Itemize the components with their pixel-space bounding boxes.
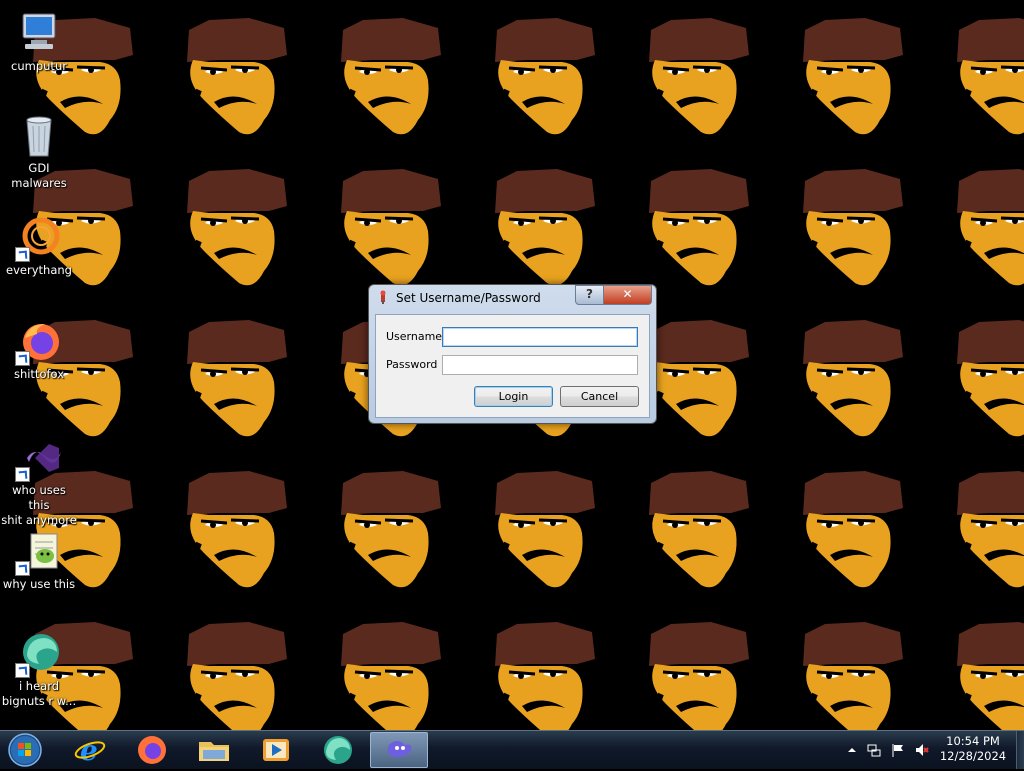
computer-icon (15, 10, 63, 58)
desktop-icon-shittofox[interactable]: shittofox (0, 318, 78, 382)
wallpaper-face-tile (957, 471, 1024, 587)
wallpaper-face-tile (495, 622, 595, 730)
desktop-icon-label: who uses this shit anymore (1, 483, 77, 527)
set-username-password-dialog: Set Username/Password ? ✕ Username Passw… (368, 284, 657, 424)
shortcut-arrow-icon (15, 247, 30, 262)
desktop-icon-computer[interactable]: cumputur (0, 10, 78, 74)
taskbar-clock[interactable]: 10:54 PM 12/28/2024 (934, 734, 1012, 764)
cancel-button[interactable]: Cancel (560, 386, 639, 407)
file-explorer-icon (199, 742, 229, 761)
login-button[interactable]: Login (474, 386, 553, 407)
desktop-icon-notepad-plus-plus[interactable]: why use this (0, 528, 78, 592)
show-desktop-button[interactable] (1016, 731, 1024, 769)
wallpaper-face-tile (649, 320, 749, 436)
dialog-titlebar[interactable]: Set Username/Password ? ✕ (369, 285, 656, 311)
desktop-icon-everythang[interactable]: everythang (0, 214, 78, 278)
visual-studio-icon (15, 434, 63, 482)
notepad-plus-plus-icon (15, 528, 63, 576)
wallpaper-face-tile (803, 169, 903, 285)
wallpaper-face-tile (957, 622, 1024, 730)
taskbar-media-player[interactable] (248, 732, 304, 768)
wallpaper-face-tile (187, 169, 287, 285)
action-center-flag-icon[interactable] (890, 742, 906, 758)
internet-explorer-icon: e (74, 734, 106, 767)
wallpaper-face-tile (495, 169, 595, 285)
wallpaper-face-tile (341, 471, 441, 587)
desktop-icon-label: GDI malwares (11, 161, 67, 190)
taskbar-file-explorer[interactable] (186, 732, 242, 768)
orange-ring-app-icon (15, 214, 63, 262)
wallpaper-face-tile (187, 18, 287, 134)
desktop-icon-recycle-bin[interactable]: GDI malwares (0, 112, 78, 191)
wallpaper-face-tile (187, 471, 287, 587)
desktop-icon-label: everythang (6, 263, 72, 277)
desktop-icon-label: shittofox (13, 367, 65, 381)
shortcut-arrow-icon (15, 561, 30, 576)
taskbar-edge[interactable] (310, 732, 366, 768)
shortcut-arrow-icon (15, 351, 30, 366)
wallpaper-face-tile (803, 320, 903, 436)
edge-icon (324, 736, 352, 764)
firefox-icon (15, 318, 63, 366)
wallpaper-face-tile (341, 169, 441, 285)
active-app-icon (387, 741, 412, 758)
password-label: Password (386, 358, 438, 371)
shortcut-arrow-icon (15, 663, 30, 678)
wallpaper-face-tile (957, 18, 1024, 134)
wallpaper-face-tile (957, 169, 1024, 285)
wallpaper-face-tile (187, 622, 287, 730)
wallpaper-face-tile (187, 320, 287, 436)
password-field[interactable] (442, 355, 638, 375)
dialog-body: Username Password Login Cancel (375, 314, 650, 418)
svg-text:e: e (80, 734, 98, 767)
wallpaper-face-tile (803, 622, 903, 730)
wallpaper-face-tile (495, 18, 595, 134)
desktop-icon-edge[interactable]: i heard bignuts r w... (0, 630, 78, 709)
app-title-icon (380, 290, 386, 304)
firefox-icon (138, 736, 166, 764)
wallpaper-face-tile (649, 471, 749, 587)
show-hidden-icons[interactable] (844, 742, 860, 758)
username-label: Username (386, 330, 443, 343)
username-field[interactable] (442, 327, 638, 347)
wallpaper-face-tile (495, 471, 595, 587)
wallpaper-face-tile (649, 18, 749, 134)
desktop-icon-label: i heard bignuts r w... (1, 679, 77, 708)
media-player-icon (263, 739, 289, 761)
recycle-bin-icon (15, 112, 63, 160)
wallpaper-face-tile (803, 471, 903, 587)
wallpaper-face-tile (803, 18, 903, 134)
wallpaper-face-tile (341, 622, 441, 730)
shortcut-arrow-icon (15, 467, 30, 482)
taskbar: e 10:54 PM 12/28/2024 (0, 730, 1024, 769)
close-button[interactable]: ✕ (603, 285, 652, 305)
start-orb[interactable] (6, 732, 44, 768)
network-icon[interactable] (866, 742, 882, 758)
taskbar-internet-explorer[interactable]: e (62, 732, 118, 768)
wallpaper-face-tile (341, 18, 441, 134)
desktop-icon-visual-studio[interactable]: who uses this shit anymore (0, 434, 78, 528)
wallpaper-face-tile (957, 320, 1024, 436)
volume-muted-icon[interactable] (914, 742, 930, 758)
taskbar-active-app[interactable] (370, 732, 428, 768)
wallpaper-face-tile (649, 622, 749, 730)
desktop-icon-label: cumputur (11, 59, 67, 73)
taskbar-firefox[interactable] (124, 732, 180, 768)
clock-date: 12/28/2024 (939, 749, 1007, 763)
clock-time: 10:54 PM (946, 734, 1000, 748)
desktop-icon-label: why use this (2, 577, 76, 591)
wallpaper-face-tile (649, 169, 749, 285)
dialog-title: Set Username/Password (396, 291, 541, 305)
edge-icon (15, 630, 63, 678)
help-button[interactable]: ? (575, 285, 604, 305)
